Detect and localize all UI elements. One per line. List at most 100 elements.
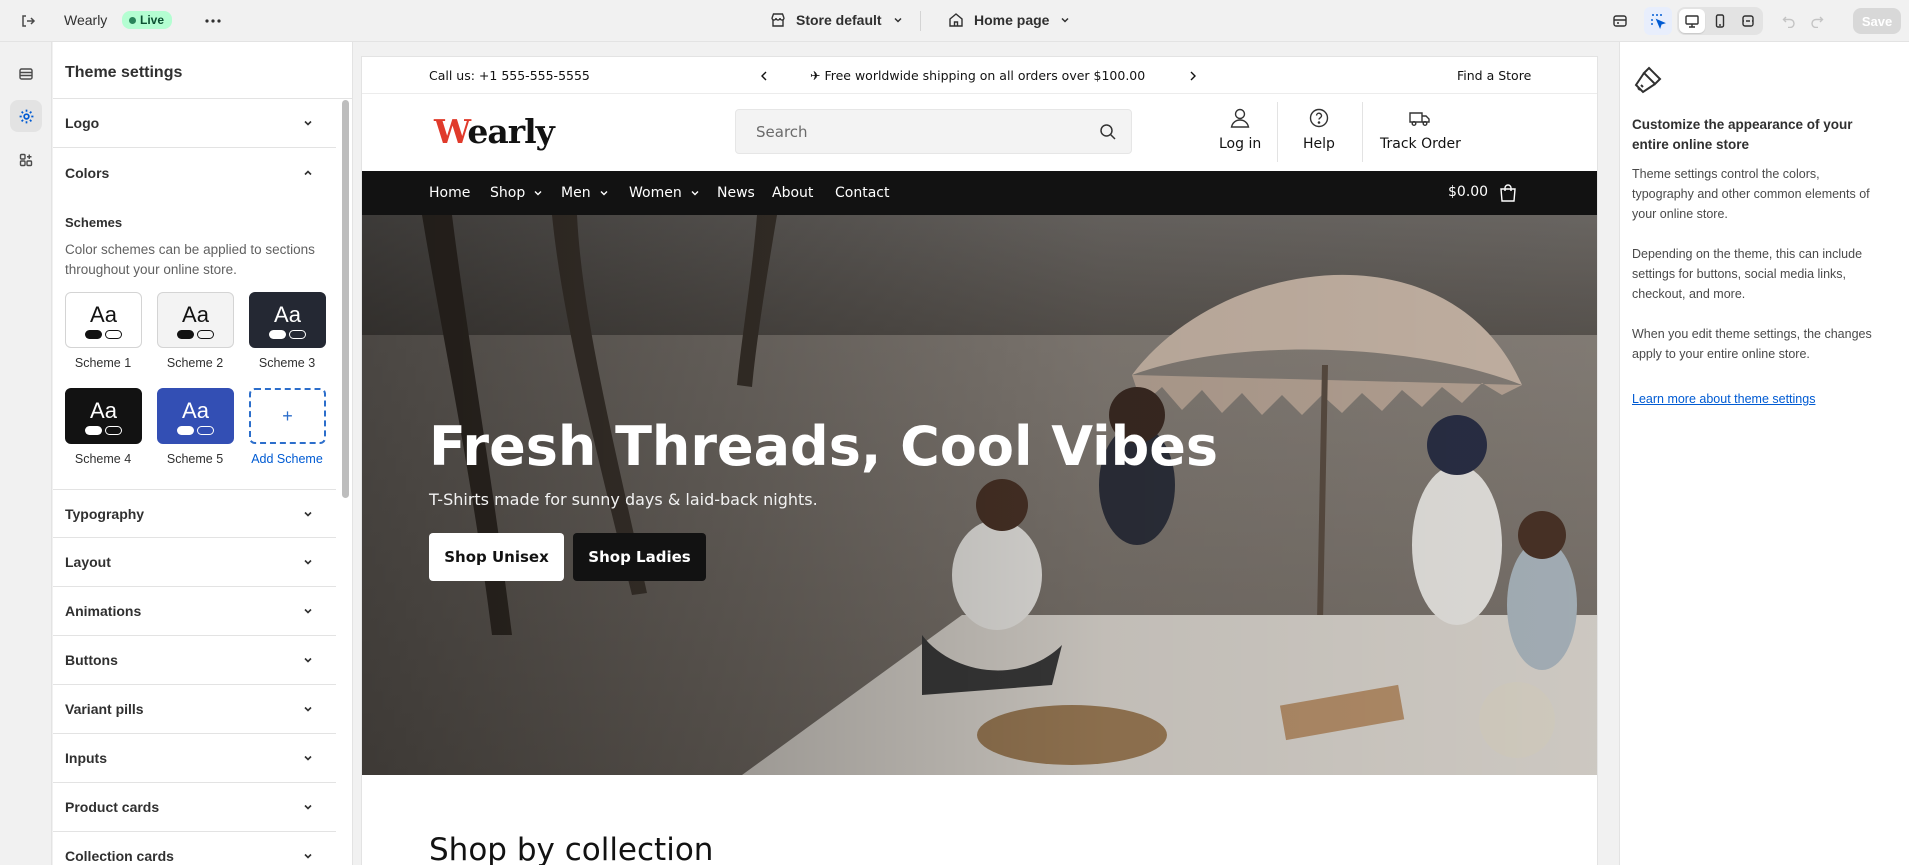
learn-more-link[interactable]: Learn more about theme settings <box>1632 392 1815 406</box>
add-scheme-label[interactable]: Add Scheme <box>241 452 333 466</box>
announcement-message: ✈ Free worldwide shipping on all orders … <box>810 68 1146 83</box>
shop-unisex-button[interactable]: Shop Unisex <box>429 533 564 581</box>
chevron-up-icon <box>304 169 312 175</box>
accordion-label: Variant pills <box>65 701 144 717</box>
accordion-variant-pills[interactable]: Variant pills <box>53 685 336 734</box>
store-nav: Home Shop Men Women News About Contact $… <box>362 171 1597 215</box>
store-search-input[interactable]: Search <box>735 109 1132 154</box>
accordion-collection-cards[interactable]: Collection cards <box>53 832 336 865</box>
scheme-pills <box>85 329 122 339</box>
live-badge: Live <box>122 11 173 29</box>
scheme-pill <box>105 329 122 339</box>
hero-banner: Fresh Threads, Cool Vibes T-Shirts made … <box>362 215 1597 775</box>
scheme-label: Scheme 3 <box>258 356 316 370</box>
scheme-pill <box>289 329 306 339</box>
nav-item-shop[interactable]: Shop <box>490 185 543 201</box>
chevron-down-icon <box>304 120 312 126</box>
hero-title: Fresh Threads, Cool Vibes <box>429 415 1219 478</box>
logo-mark: W <box>434 112 468 151</box>
chevron-left-icon[interactable] <box>759 70 769 82</box>
search-placeholder: Search <box>756 123 808 141</box>
accordion-label: Animations <box>65 603 142 619</box>
chevron-down-icon <box>304 706 312 712</box>
announcement-bar: Call us: +1 555-555-5555 ✈ Free worldwid… <box>362 57 1597 94</box>
scheme-card-4[interactable]: Aa <box>65 388 142 444</box>
shop-ladies-button[interactable]: Shop Ladies <box>573 533 706 581</box>
scheme-card-3[interactable]: Aa <box>249 292 326 348</box>
live-badge-label: Live <box>140 13 165 27</box>
nav-item-men[interactable]: Men <box>561 185 609 201</box>
top-bar: Wearly Live Store default Home page Save <box>0 0 1909 42</box>
accordion-animations[interactable]: Animations <box>53 587 336 636</box>
chevron-down-icon <box>304 853 312 859</box>
search-icon[interactable] <box>1099 123 1117 141</box>
chevron-down-icon <box>304 755 312 761</box>
undo-icon[interactable] <box>1776 8 1802 34</box>
plus-icon: + <box>282 405 293 426</box>
cart-total-label: $0.00 <box>1448 184 1489 200</box>
scheme-pill <box>85 425 102 435</box>
scheme-pill <box>197 425 214 435</box>
chevron-right-icon[interactable] <box>1188 70 1198 82</box>
theme-select[interactable]: Store default <box>770 12 904 28</box>
nav-item-home[interactable]: Home <box>429 185 470 201</box>
theme-settings-gear-icon[interactable] <box>10 100 42 132</box>
scheme-card-1[interactable]: Aa <box>65 292 142 348</box>
chevron-down-icon <box>600 191 608 196</box>
nav-label: Women <box>629 185 682 201</box>
add-scheme-button[interactable]: + <box>249 388 326 444</box>
fullscreen-icon[interactable] <box>1735 9 1761 33</box>
save-button[interactable]: Save <box>1853 8 1901 34</box>
mobile-icon[interactable] <box>1707 9 1733 33</box>
track-order-link[interactable]: Track Order <box>1380 106 1461 152</box>
sections-icon[interactable] <box>10 58 42 90</box>
panel-scrollbar[interactable] <box>342 100 349 498</box>
exit-icon[interactable] <box>15 8 41 34</box>
scheme-card-2[interactable]: Aa <box>157 292 234 348</box>
store-logo[interactable]: Wearly <box>434 112 555 151</box>
page-select[interactable]: Home page <box>948 12 1071 28</box>
find-store-link[interactable]: Find a Store <box>1457 68 1531 83</box>
announcement-phone: Call us: +1 555-555-5555 <box>429 68 590 83</box>
desktop-icon[interactable] <box>1679 9 1705 33</box>
login-link[interactable]: Log in <box>1219 106 1261 152</box>
nav-item-contact[interactable]: Contact <box>835 185 889 201</box>
accordion-label: Collection cards <box>65 848 174 864</box>
scheme-pill <box>197 329 214 339</box>
nav-item-about[interactable]: About <box>772 185 813 201</box>
database-icon[interactable] <box>1607 8 1633 34</box>
page-select-label: Home page <box>974 12 1050 28</box>
nav-item-news[interactable]: News <box>717 185 755 201</box>
redo-icon[interactable] <box>1804 8 1830 34</box>
inspector-icon[interactable] <box>1644 7 1672 35</box>
apps-icon[interactable] <box>10 144 42 176</box>
scheme-card-5[interactable]: Aa <box>157 388 234 444</box>
cart-icon[interactable] <box>1497 182 1519 204</box>
accordion-colors[interactable]: Colors <box>53 148 336 197</box>
theme-select-label: Store default <box>796 12 882 28</box>
more-options-icon[interactable] <box>200 8 226 34</box>
scheme-label: Scheme 2 <box>166 356 224 370</box>
nav-item-women[interactable]: Women <box>629 185 700 201</box>
nav-label: Men <box>561 185 591 201</box>
accordion-product-cards[interactable]: Product cards <box>53 783 336 832</box>
home-icon <box>949 13 963 27</box>
login-label: Log in <box>1219 136 1262 152</box>
accordion-inputs[interactable]: Inputs <box>53 734 336 783</box>
help-link[interactable]: Help <box>1303 106 1335 152</box>
accordion-label: Inputs <box>65 750 107 766</box>
scheme-preview-text: Aa <box>274 301 301 327</box>
chevron-down-icon <box>1061 17 1069 23</box>
info-title: Customize the appearance of your entire … <box>1632 117 1853 152</box>
accordion-typography[interactable]: Typography <box>53 489 336 538</box>
device-toggle <box>1677 7 1763 35</box>
accordion-label: Layout <box>65 554 111 570</box>
accordion-buttons[interactable]: Buttons <box>53 636 336 685</box>
chevron-down-icon <box>304 657 312 663</box>
accordion-logo[interactable]: Logo <box>53 99 336 148</box>
accordion-layout[interactable]: Layout <box>53 538 336 587</box>
scheme-pill <box>105 425 122 435</box>
scheme-preview-text: Aa <box>182 397 209 423</box>
help-label: Help <box>1303 136 1335 152</box>
scheme-label: Scheme 1 <box>74 356 132 370</box>
